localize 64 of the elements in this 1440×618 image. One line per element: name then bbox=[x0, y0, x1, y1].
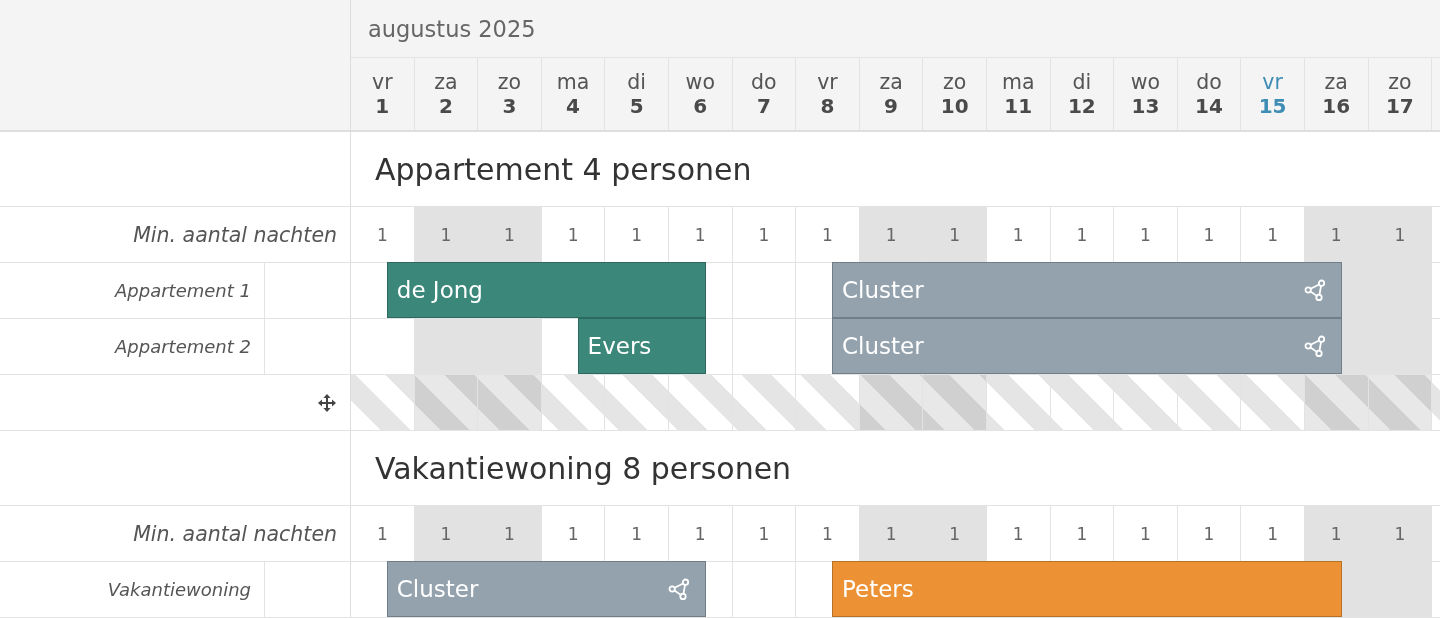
min-nights-cell: 1 bbox=[414, 506, 479, 561]
cluster-bar[interactable]: Cluster bbox=[832, 262, 1342, 318]
node-graph-icon bbox=[1303, 335, 1326, 357]
row-label: Min. aantal nachten bbox=[133, 521, 337, 546]
row-label: Min. aantal nachten bbox=[133, 222, 337, 247]
weekday-label: do bbox=[751, 70, 777, 94]
booking-bar[interactable]: de Jong bbox=[386, 262, 706, 318]
weekday-label: wo bbox=[685, 70, 715, 94]
min-nights-cell: 1 bbox=[859, 207, 924, 262]
weekday-label: vr bbox=[817, 70, 838, 94]
unit-label: Appartement 2 bbox=[115, 336, 251, 357]
day-number: 9 bbox=[884, 94, 898, 118]
day-number: 1 bbox=[375, 94, 390, 118]
node-graph-icon bbox=[667, 578, 690, 600]
unit-label: Appartement 1 bbox=[115, 280, 251, 301]
weekday-label: za bbox=[1324, 70, 1348, 94]
booking-bar[interactable]: Peters bbox=[832, 561, 1342, 617]
min-nights-cell: 1 bbox=[1368, 207, 1433, 262]
weekday-label: ma bbox=[1001, 70, 1035, 94]
move-icon[interactable] bbox=[318, 393, 336, 412]
min-nights-cell: 1 bbox=[478, 207, 542, 262]
weekday-label: za bbox=[434, 70, 458, 94]
min-nights-cell: 1 bbox=[1304, 506, 1369, 561]
weekday-label: vr bbox=[372, 70, 393, 94]
day-number: 6 bbox=[693, 94, 708, 118]
group-title: Vakantiewoning 8 personen bbox=[375, 450, 792, 486]
group-title: Appartement 4 personen bbox=[375, 151, 752, 187]
min-nights-cell: 1 bbox=[1368, 506, 1433, 561]
min-nights-cell: 1 bbox=[859, 506, 924, 561]
day-number: 17 bbox=[1385, 94, 1414, 118]
day-number: 10 bbox=[940, 94, 969, 118]
cluster-bar[interactable]: Cluster bbox=[386, 561, 706, 617]
weekday-label: za bbox=[879, 70, 903, 94]
min-nights-cell: 1 bbox=[414, 207, 479, 262]
day-number: 3 bbox=[502, 94, 517, 118]
weekday-label: vr bbox=[1262, 70, 1283, 94]
min-nights-cell: 1 bbox=[923, 207, 987, 262]
day-number: 8 bbox=[820, 94, 835, 118]
cluster-bar[interactable]: Cluster bbox=[832, 318, 1342, 374]
node-graph-icon bbox=[1303, 279, 1326, 301]
day-number: 12 bbox=[1067, 94, 1096, 118]
day-number: 13 bbox=[1131, 94, 1160, 118]
weekday-label: zo bbox=[1388, 70, 1412, 94]
weekday-label: zo bbox=[943, 70, 967, 94]
weekday-label: di bbox=[627, 70, 647, 94]
day-number: 15 bbox=[1258, 94, 1287, 118]
weekday-label: wo bbox=[1130, 70, 1161, 94]
weekday-label: di bbox=[1072, 70, 1092, 94]
min-nights-cell: 1 bbox=[478, 506, 542, 561]
day-number: 2 bbox=[438, 94, 453, 118]
month-label: augustus 2025 bbox=[368, 15, 536, 42]
day-number: 16 bbox=[1322, 94, 1351, 118]
day-number: 11 bbox=[1004, 94, 1033, 118]
day-number: 7 bbox=[756, 94, 771, 118]
unit-label: Vakantiewoning bbox=[107, 579, 251, 600]
booking-bar[interactable]: Evers bbox=[577, 318, 706, 374]
weekday-label: do bbox=[1196, 70, 1222, 94]
weekday-label: zo bbox=[497, 70, 522, 94]
day-number: 5 bbox=[629, 94, 644, 118]
day-number: 14 bbox=[1195, 94, 1223, 118]
min-nights-cell: 1 bbox=[923, 506, 987, 561]
weekday-label: ma bbox=[556, 70, 590, 94]
day-number: 4 bbox=[566, 94, 581, 118]
min-nights-cell: 1 bbox=[1304, 207, 1369, 262]
